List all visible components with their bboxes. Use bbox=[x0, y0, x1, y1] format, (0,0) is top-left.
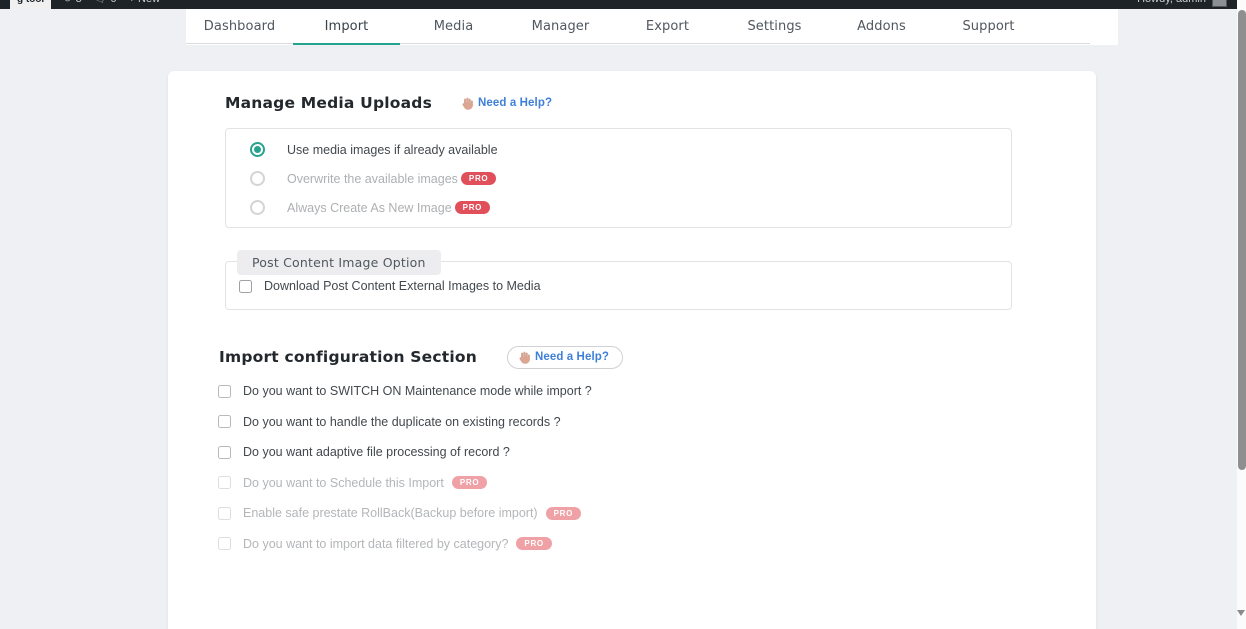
import-section-title: Import configuration Section bbox=[219, 348, 477, 366]
tab-export[interactable]: Export bbox=[614, 8, 721, 44]
tab-dashboard[interactable]: Dashboard bbox=[186, 8, 293, 44]
tab-addons[interactable]: Addons bbox=[828, 8, 935, 44]
checkbox-icon[interactable] bbox=[218, 446, 231, 459]
import-options-list: Do you want to SWITCH ON Maintenance mod… bbox=[219, 376, 1038, 559]
wp-admin-bar: g tool ↻ 3 🗨 0 + New Howdy, admin bbox=[0, 0, 1237, 9]
pro-badge: PRO bbox=[516, 537, 551, 550]
checkbox-schedule-import[interactable]: Do you want to Schedule this Import PRO bbox=[218, 468, 1038, 499]
admin-bar-new[interactable]: + New bbox=[129, 0, 161, 5]
tab-support[interactable]: Support bbox=[935, 8, 1042, 44]
radio-selected-icon[interactable] bbox=[250, 142, 265, 157]
pro-badge: PRO bbox=[452, 476, 487, 489]
avatar bbox=[1212, 0, 1227, 7]
tab-media[interactable]: Media bbox=[400, 8, 507, 44]
post-content-legend: Post Content Image Option bbox=[237, 250, 441, 275]
plugin-nav: Dashboard Import Media Manager Export Se… bbox=[186, 8, 1118, 45]
tabs-row: Dashboard Import Media Manager Export Se… bbox=[186, 8, 1090, 44]
updates-icon: ↻ bbox=[63, 0, 71, 5]
checkbox-icon[interactable] bbox=[218, 537, 231, 550]
checkbox-safe-rollback[interactable]: Enable safe prestate RollBack(Backup bef… bbox=[218, 498, 1038, 529]
radio-use-media-images[interactable]: Use media images if already available bbox=[250, 135, 1011, 164]
admin-bar-comments[interactable]: 🗨 0 bbox=[94, 0, 117, 5]
import-help-button[interactable]: Need a Help? bbox=[507, 346, 623, 369]
radio-unselected-icon[interactable] bbox=[250, 200, 265, 215]
hand-icon bbox=[517, 351, 530, 364]
checkbox-download-external-images[interactable]: Download Post Content External Images to… bbox=[239, 279, 1011, 293]
media-section-title: Manage Media Uploads bbox=[225, 94, 432, 112]
checkbox-icon[interactable] bbox=[218, 476, 231, 489]
admin-bar-current-page[interactable]: g tool bbox=[10, 0, 51, 9]
import-help-label: Need a Help? bbox=[535, 351, 609, 363]
checkbox-handle-duplicates[interactable]: Do you want to handle the duplicate on e… bbox=[218, 407, 1038, 438]
pro-badge: PRO bbox=[546, 507, 581, 520]
admin-bar-updates[interactable]: ↻ 3 bbox=[63, 0, 82, 5]
radio-unselected-icon[interactable] bbox=[250, 171, 265, 186]
media-help-link[interactable]: Need a Help? bbox=[460, 97, 552, 110]
hand-icon bbox=[460, 97, 473, 110]
scrollbar-thumb[interactable] bbox=[1238, 10, 1246, 470]
radio-always-create-new[interactable]: Always Create As New Image PRO bbox=[250, 193, 1011, 222]
import-section-header: Import configuration Section Need a Help… bbox=[219, 346, 1038, 368]
tab-import[interactable]: Import bbox=[293, 8, 400, 44]
pro-badge: PRO bbox=[461, 172, 496, 185]
radio-overwrite-images[interactable]: Overwrite the available images PRO bbox=[250, 164, 1011, 193]
comment-bubble-icon: 🗨 bbox=[94, 0, 107, 5]
media-options-box: Use media images if already available Ov… bbox=[225, 128, 1012, 228]
post-content-image-option-box: Post Content Image Option Download Post … bbox=[225, 261, 1012, 310]
pro-badge: PRO bbox=[455, 201, 490, 214]
media-help-label: Need a Help? bbox=[478, 97, 552, 109]
scrollbar-down-arrow-icon[interactable] bbox=[1237, 610, 1245, 616]
checkbox-maintenance-mode[interactable]: Do you want to SWITCH ON Maintenance mod… bbox=[218, 376, 1038, 407]
import-config-section: Import configuration Section Need a Help… bbox=[219, 346, 1038, 559]
checkbox-icon[interactable] bbox=[218, 385, 231, 398]
scrollbar-track[interactable] bbox=[1237, 0, 1246, 629]
media-section-header: Manage Media Uploads Need a Help? bbox=[225, 92, 1038, 114]
main-card: Manage Media Uploads Need a Help? Use me… bbox=[168, 71, 1096, 629]
tab-manager[interactable]: Manager bbox=[507, 8, 614, 44]
checkbox-adaptive-processing[interactable]: Do you want adaptive file processing of … bbox=[218, 437, 1038, 468]
checkbox-icon[interactable] bbox=[239, 280, 252, 293]
checkbox-filter-by-category[interactable]: Do you want to import data filtered by c… bbox=[218, 529, 1038, 560]
checkbox-icon[interactable] bbox=[218, 507, 231, 520]
checkbox-icon[interactable] bbox=[218, 415, 231, 428]
tab-settings[interactable]: Settings bbox=[721, 8, 828, 44]
admin-bar-howdy[interactable]: Howdy, admin bbox=[1137, 0, 1206, 5]
